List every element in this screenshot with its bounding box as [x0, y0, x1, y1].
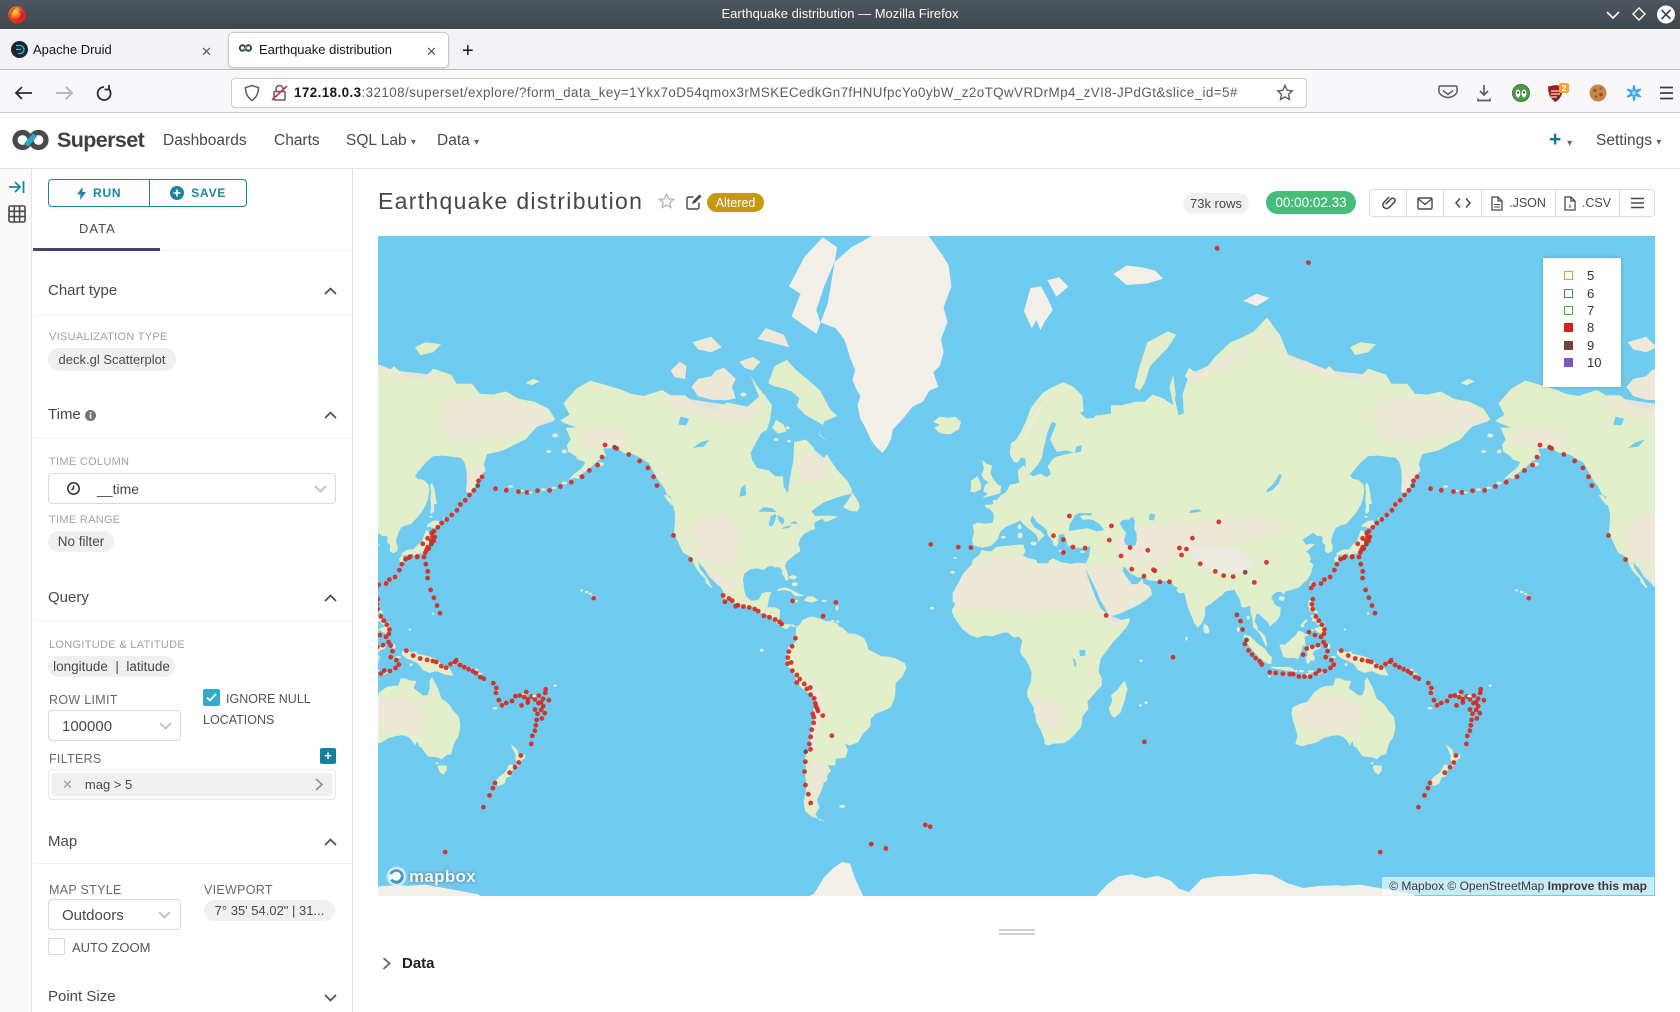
svg-text:2: 2 [1562, 83, 1567, 93]
svg-text:x: x [1568, 203, 1572, 210]
